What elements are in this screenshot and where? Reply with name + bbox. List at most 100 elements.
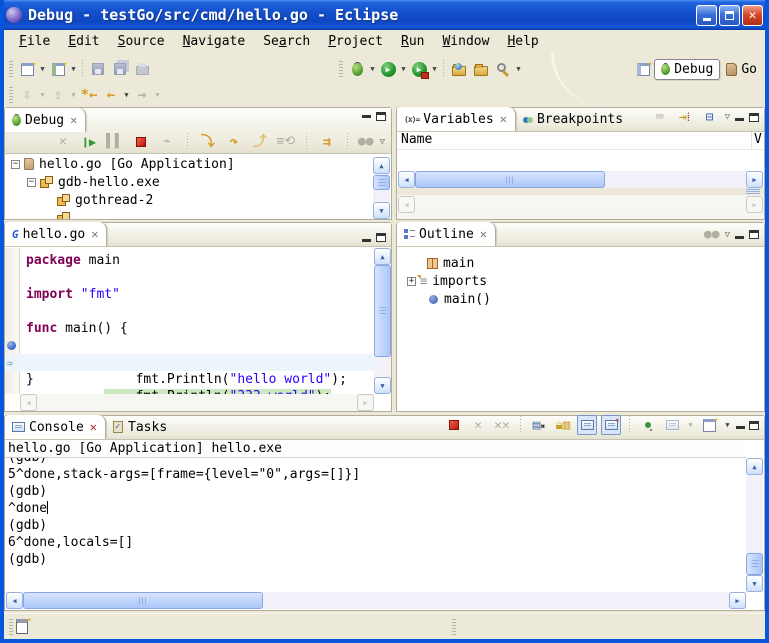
suspend-button[interactable]: ▌▌: [105, 132, 125, 152]
expand-toggle[interactable]: +: [407, 277, 416, 286]
scroll-thumb[interactable]: [373, 175, 390, 190]
show-logical-structure-button[interactable]: ⇥⁞: [675, 107, 695, 127]
statusbar-drag-handle[interactable]: [452, 619, 456, 635]
tab-tasks[interactable]: Tasks: [106, 415, 175, 439]
scroll-lock-button[interactable]: 🔒︎▥: [553, 415, 573, 435]
detail-hscrollbar[interactable]: ◀ ▶: [398, 196, 763, 213]
scroll-thumb[interactable]: [374, 265, 391, 357]
console-vscrollbar[interactable]: ▲ ▼: [746, 458, 763, 592]
maximize-view-button[interactable]: [376, 112, 386, 121]
menu-file[interactable]: File: [10, 32, 59, 51]
code-line-current[interactable]: ➾ fmt.Println("333 world");: [5, 354, 374, 371]
menu-navigate[interactable]: Navigate: [174, 32, 255, 51]
menu-window[interactable]: Window: [433, 32, 498, 51]
toolbar-drag-handle[interactable]: [339, 61, 343, 77]
code-line-breakpoint[interactable]: fmt.Println("hello world");: [5, 337, 374, 354]
previous-annotation-dropdown[interactable]: ▼: [69, 91, 78, 99]
scroll-left-icon[interactable]: ◀: [20, 394, 37, 411]
show-stdout-toggle[interactable]: [577, 415, 597, 435]
scroll-up-icon[interactable]: ▲: [374, 248, 391, 265]
scroll-right-icon[interactable]: ▶: [357, 394, 374, 411]
debug-tree-vscrollbar[interactable]: ▲ ▼: [373, 157, 390, 219]
code-line[interactable]: }: [5, 371, 374, 388]
menu-run[interactable]: Run: [392, 32, 433, 51]
open-perspective-button[interactable]: [632, 58, 654, 80]
maximize-view-button[interactable]: [749, 421, 759, 430]
external-tools-button[interactable]: ▶: [408, 58, 430, 80]
step-return-button[interactable]: ⤴: [250, 132, 270, 152]
column-name-header[interactable]: Name: [401, 132, 432, 147]
statusbar-drag-handle[interactable]: [9, 619, 13, 635]
collapse-all-button[interactable]: ⊟: [700, 107, 720, 127]
console-hscrollbar[interactable]: ◀ ▶: [6, 592, 746, 609]
save-all-button[interactable]: [109, 58, 131, 80]
use-step-filters-button[interactable]: ⇉: [317, 132, 337, 152]
scroll-left-icon[interactable]: ◀: [398, 171, 415, 188]
minimize-view-button[interactable]: [362, 239, 371, 242]
back-dropdown[interactable]: ▼: [122, 91, 131, 99]
tab-debug[interactable]: Debug ✕: [5, 108, 86, 132]
debug-tree-row-partial[interactable]: [5, 209, 391, 219]
tab-console[interactable]: Console ✕: [5, 415, 106, 439]
new-wizard-dropdown[interactable]: ▼: [38, 65, 47, 73]
disconnect-button[interactable]: ⌁: [157, 132, 177, 152]
breakpoint-icon[interactable]: [7, 341, 16, 350]
show-stderr-toggle[interactable]: [601, 415, 621, 435]
resume-button[interactable]: ❙▶: [79, 132, 99, 152]
outline-item-package[interactable]: main: [397, 254, 764, 272]
view-menu-icon[interactable]: ▽: [725, 112, 730, 122]
scroll-right-icon[interactable]: ▶: [746, 196, 763, 213]
debug-misc-icon[interactable]: ●●: [358, 134, 374, 149]
close-tab-icon[interactable]: ✕: [91, 227, 98, 241]
open-console-button[interactable]: [699, 415, 719, 435]
code-line[interactable]: [5, 303, 374, 320]
remove-terminated-button[interactable]: ✕: [53, 132, 73, 152]
perspective-go-button[interactable]: Go: [720, 60, 763, 79]
open-type-button[interactable]: [448, 58, 470, 80]
step-into-button[interactable]: ⤵: [198, 132, 218, 152]
tab-breakpoints[interactable]: Breakpoints: [516, 107, 631, 131]
fast-view-button[interactable]: [16, 619, 28, 634]
collapse-toggle[interactable]: −: [11, 160, 20, 169]
open-console-dropdown[interactable]: ▼: [723, 421, 732, 429]
debug-tree[interactable]: − hello.go [Go Application] − gdb-hello.…: [5, 155, 391, 219]
new-wizard-button[interactable]: [16, 58, 38, 80]
menu-edit[interactable]: Edit: [59, 32, 108, 51]
minimize-view-button[interactable]: [735, 118, 744, 121]
column-value-header[interactable]: V: [751, 132, 764, 149]
display-console-dropdown[interactable]: ▼: [686, 421, 695, 429]
debug-button[interactable]: [346, 58, 368, 80]
search-dropdown[interactable]: ▼: [514, 65, 523, 73]
scroll-left-icon[interactable]: ◀: [6, 592, 23, 609]
close-tab-icon[interactable]: ✕: [70, 113, 77, 127]
run-button[interactable]: ▶: [377, 58, 399, 80]
variables-detail-pane[interactable]: ◀ ▶: [397, 195, 764, 219]
outline-item-main-func[interactable]: main(): [397, 290, 764, 308]
tab-variables[interactable]: (x)= Variables ✕: [397, 107, 516, 131]
drop-to-frame-button[interactable]: ≡⟲: [276, 132, 296, 152]
debug-dropdown[interactable]: ▼: [368, 65, 377, 73]
menu-search[interactable]: Search: [254, 32, 319, 51]
sash-grip-icon[interactable]: [746, 189, 760, 194]
forward-button[interactable]: →: [131, 84, 153, 106]
scroll-up-icon[interactable]: ▲: [373, 157, 390, 174]
perspective-debug-button[interactable]: Debug: [654, 59, 720, 80]
scroll-thumb[interactable]: [746, 553, 763, 575]
variables-sash[interactable]: [397, 188, 764, 195]
maximize-view-button[interactable]: [749, 113, 759, 122]
console-output[interactable]: (gdb) 5^done,stack-args=[frame={level="0…: [5, 458, 746, 592]
menu-source[interactable]: Source: [109, 32, 174, 51]
minimize-window-button[interactable]: [696, 5, 717, 26]
minimize-view-button[interactable]: [735, 236, 744, 239]
title-bar[interactable]: Debug - testGo/src/cmd/hello.go - Eclips…: [0, 0, 769, 30]
close-tab-icon[interactable]: ✕: [90, 420, 97, 434]
console-terminate-button[interactable]: [444, 415, 464, 435]
variables-tree-empty[interactable]: [397, 151, 764, 171]
code-editor[interactable]: package main import "fmt" func main() { …: [5, 248, 374, 394]
maximize-window-button[interactable]: [719, 5, 740, 26]
code-line[interactable]: package main: [5, 252, 374, 269]
outline-tree[interactable]: main + ≡ imports main(): [397, 248, 764, 411]
maximize-view-button[interactable]: [376, 233, 386, 242]
remove-all-launches-button[interactable]: ✕✕: [492, 415, 512, 435]
clear-console-button[interactable]: ▤✖: [529, 415, 549, 435]
